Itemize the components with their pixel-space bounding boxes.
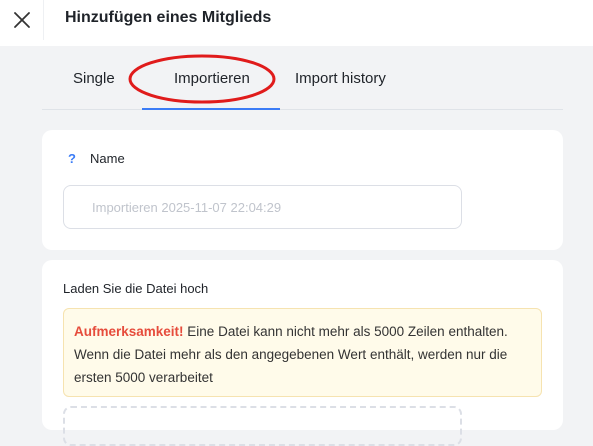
tab-import-history[interactable]: Import history	[295, 70, 386, 87]
warning-strong: Aufmerksamkeit!	[74, 324, 184, 339]
upload-title: Laden Sie die Datei hoch	[63, 281, 209, 296]
file-dropzone[interactable]	[63, 406, 462, 446]
name-card: ? Name	[42, 130, 563, 250]
help-icon[interactable]: ?	[68, 151, 90, 166]
close-icon	[13, 12, 30, 28]
name-label: Name	[90, 151, 125, 166]
active-tab-indicator	[142, 108, 280, 110]
name-input[interactable]	[63, 185, 462, 229]
warning-box: Aufmerksamkeit! Eine Datei kann nicht me…	[63, 308, 542, 397]
tab-bar: Single Importieren Import history	[42, 46, 563, 110]
header-bar: Hinzufügen eines Mitglieds	[0, 0, 593, 46]
close-button[interactable]	[0, 0, 44, 40]
tab-single[interactable]: Single	[73, 70, 115, 87]
page-title: Hinzufügen eines Mitglieds	[65, 9, 272, 26]
upload-card: Laden Sie die Datei hoch Aufmerksamkeit!…	[42, 260, 563, 446]
tab-importieren[interactable]: Importieren	[174, 70, 250, 87]
name-label-row: ? Name	[68, 151, 125, 166]
